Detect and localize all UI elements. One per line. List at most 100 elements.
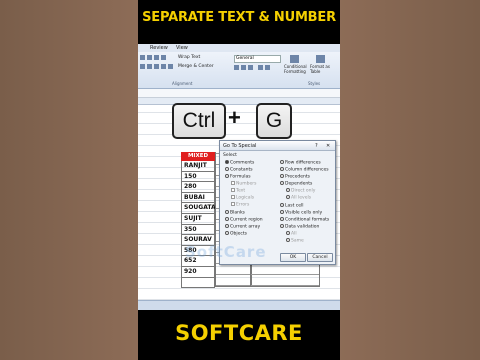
option-row-differences[interactable]: Row differences [280,160,321,166]
table-cell[interactable]: SOUGATA [181,203,216,214]
ctrl-key: Ctrl [172,103,226,139]
radio-icon[interactable] [225,174,229,178]
align-center-icon[interactable] [147,64,152,69]
option-formulas[interactable]: Formulas [225,174,251,180]
option-blanks[interactable]: Blanks [225,210,245,216]
footer-banner: SOFTCARE [138,310,340,360]
g-key: G [256,103,292,139]
option-constants[interactable]: Constants [225,167,253,173]
video-frame: SEPARATE TEXT & NUMBER Review View Wrap … [138,0,340,360]
orientation-icon[interactable] [161,55,166,60]
radio-icon[interactable] [286,188,290,192]
option-comments[interactable]: Comments [225,160,254,166]
align-left-icon[interactable] [140,64,145,69]
cancel-button[interactable]: Cancel [307,253,333,262]
radio-icon[interactable] [280,160,284,164]
ribbon: Wrap Text Merge & Center General Conditi… [138,52,340,89]
option-all[interactable]: All [286,231,297,237]
select-label: Select [223,153,237,158]
radio-icon[interactable] [280,210,284,214]
radio-icon[interactable] [286,238,290,242]
option-data-validation[interactable]: Data validation [280,224,319,230]
plus-sign: + [228,105,241,130]
conditional-formatting-icon[interactable] [290,55,299,63]
checkbox-icon[interactable] [231,181,235,185]
radio-icon[interactable] [280,217,284,221]
wrap-text-button[interactable]: Wrap Text [178,55,200,62]
align-top-icon[interactable] [140,55,145,60]
option-dependents[interactable]: Dependents [280,181,312,187]
merge-center-button[interactable]: Merge & Center [178,64,214,71]
radio-icon[interactable] [280,181,284,185]
option-all-levels[interactable]: All levels [286,195,311,201]
radio-icon[interactable] [225,217,229,221]
comma-style-icon[interactable] [248,65,253,70]
radio-icon[interactable] [286,195,290,199]
decrease-indent-icon[interactable] [161,64,166,69]
increase-indent-icon[interactable] [168,64,173,69]
option-numbers[interactable]: Numbers [231,181,256,187]
table-cell[interactable]: RANJIT [181,161,215,172]
keyboard-shortcut-overlay: Ctrl + G [172,103,302,139]
option-direct-only[interactable]: Direct only [286,188,315,194]
table-cell[interactable]: 150 [181,171,215,183]
option-current-region[interactable]: Current region [225,217,263,223]
radio-icon[interactable] [286,231,290,235]
increase-decimal-icon[interactable] [258,65,263,70]
currency-icon[interactable] [234,65,239,70]
softcare-watermark: SoftCare [185,243,267,261]
option-last-cell[interactable]: Last cell [280,203,304,209]
checkbox-icon[interactable] [231,202,235,206]
table-cell-empty[interactable] [181,277,215,289]
radio-icon[interactable] [280,203,284,207]
radio-icon[interactable] [225,167,229,171]
align-right-icon[interactable] [154,64,159,69]
option-current-array[interactable]: Current array [225,224,260,230]
option-conditional-formats[interactable]: Conditional formats [280,217,329,223]
radio-icon[interactable] [225,210,229,214]
ribbon-tab-bar: Review View [138,44,340,52]
checkbox-icon[interactable] [231,188,235,192]
tab-view[interactable]: View [176,45,188,51]
format-as-table-icon[interactable] [316,55,325,63]
tab-review[interactable]: Review [150,45,168,51]
percent-icon[interactable] [241,65,246,70]
radio-icon[interactable] [225,160,229,164]
radio-icon[interactable] [225,231,229,235]
option-precedents[interactable]: Precedents [280,174,310,180]
close-icon[interactable]: ✕ [326,143,330,149]
dialog-title-bar: Go To Special ? ✕ [220,141,335,151]
align-bottom-icon[interactable] [154,55,159,60]
table-cell[interactable]: BUBAI [181,192,215,204]
table-cell[interactable]: 280 [181,182,215,193]
radio-icon[interactable] [280,167,284,171]
checkbox-icon[interactable] [231,195,235,199]
table-cell[interactable]: SUJIT [181,213,215,225]
option-same[interactable]: Same [286,238,304,244]
conditional-formatting-button[interactable]: Conditional Formatting [284,64,307,73]
radio-icon[interactable] [225,224,229,228]
group-styles-label: Styles [308,81,321,86]
formula-bar[interactable] [138,89,340,98]
radio-icon[interactable] [280,174,284,178]
option-text[interactable]: Text [231,188,245,194]
dialog-title: Go To Special [223,143,257,149]
mixed-data-table: MIXED RANJIT 150 280 BUBAI SOUGATA SUJIT… [181,152,216,289]
option-logicals[interactable]: Logicals [231,195,254,201]
radio-icon[interactable] [280,224,284,228]
table-header: MIXED [181,152,215,161]
format-as-table-button[interactable]: Format as Table [310,64,330,73]
table-cell[interactable]: 350 [181,224,215,236]
ok-button[interactable]: OK [280,253,306,262]
table-cell[interactable]: 920 [181,266,215,278]
option-column-differences[interactable]: Column differences [280,167,329,173]
group-alignment-label: Alignment [172,81,193,86]
number-format-select[interactable]: General [234,55,281,63]
option-errors[interactable]: Errors [231,202,249,208]
option-objects[interactable]: Objects [225,231,247,237]
decrease-decimal-icon[interactable] [265,65,270,70]
help-icon[interactable]: ? [315,143,318,149]
video-headline: SEPARATE TEXT & NUMBER [142,10,336,25]
option-visible-cells-only[interactable]: Visible cells only [280,210,322,216]
align-middle-icon[interactable] [147,55,152,60]
